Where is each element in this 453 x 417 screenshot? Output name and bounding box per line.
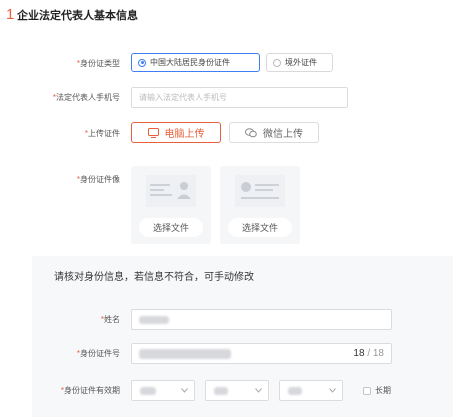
upload-pc-button[interactable]: 电脑上传 — [131, 122, 221, 143]
chevron-down-icon — [329, 388, 336, 393]
choose-file-button[interactable]: 选择文件 — [228, 218, 292, 237]
id-card-front-upload[interactable]: 选择文件 — [131, 166, 211, 244]
id-card-back-icon — [235, 175, 285, 207]
radio-selected-icon — [138, 58, 146, 67]
radio-unselected-icon — [273, 58, 281, 67]
id-number-input[interactable]: 18 / 18 — [131, 343, 392, 364]
id-number-value-redacted — [139, 348, 231, 359]
choose-file-button[interactable]: 选择文件 — [139, 218, 203, 237]
phone-input[interactable]: 请输入法定代表人手机号 — [131, 87, 348, 108]
checkbox-icon — [363, 386, 371, 395]
name-value-redacted — [139, 315, 169, 324]
validity-label: *身份证件有效期 — [60, 386, 120, 395]
validity-month-select[interactable] — [205, 380, 269, 401]
validity-day-select[interactable] — [279, 380, 343, 401]
wechat-icon — [245, 127, 257, 137]
validity-year-select[interactable] — [131, 380, 195, 401]
id-image-label: *身份证件像 — [76, 175, 120, 184]
day-value-redacted — [288, 387, 302, 395]
name-input[interactable] — [131, 309, 392, 330]
chevron-down-icon — [255, 388, 262, 393]
char-counter: 18 / 18 — [353, 348, 384, 359]
id-card-back-upload[interactable]: 选择文件 — [220, 166, 300, 244]
long-term-checkbox[interactable]: 长期 — [363, 385, 391, 396]
section-title: 企业法定代表人基本信息 — [17, 10, 138, 22]
id-type-option-mainland[interactable]: 中国大陆居民身份证件 — [131, 53, 260, 72]
id-card-front-icon — [146, 175, 196, 207]
phone-label: *法定代表人手机号 — [52, 93, 120, 102]
year-value-redacted — [140, 387, 156, 395]
id-number-label: *身份证件号 — [76, 349, 120, 358]
id-type-label: *身份证类型 — [76, 59, 120, 68]
chevron-down-icon — [181, 388, 188, 393]
name-label: *姓名 — [100, 315, 120, 324]
upload-wechat-button[interactable]: 微信上传 — [229, 122, 319, 143]
section-number: 1 — [6, 6, 15, 23]
monitor-icon — [147, 127, 159, 138]
verify-title: 请核对身份信息，若信息不符合，可手动修改 — [54, 272, 254, 283]
month-value-redacted — [214, 387, 228, 395]
id-type-option-overseas[interactable]: 境外证件 — [266, 53, 333, 72]
upload-label: *上传证件 — [84, 129, 120, 138]
